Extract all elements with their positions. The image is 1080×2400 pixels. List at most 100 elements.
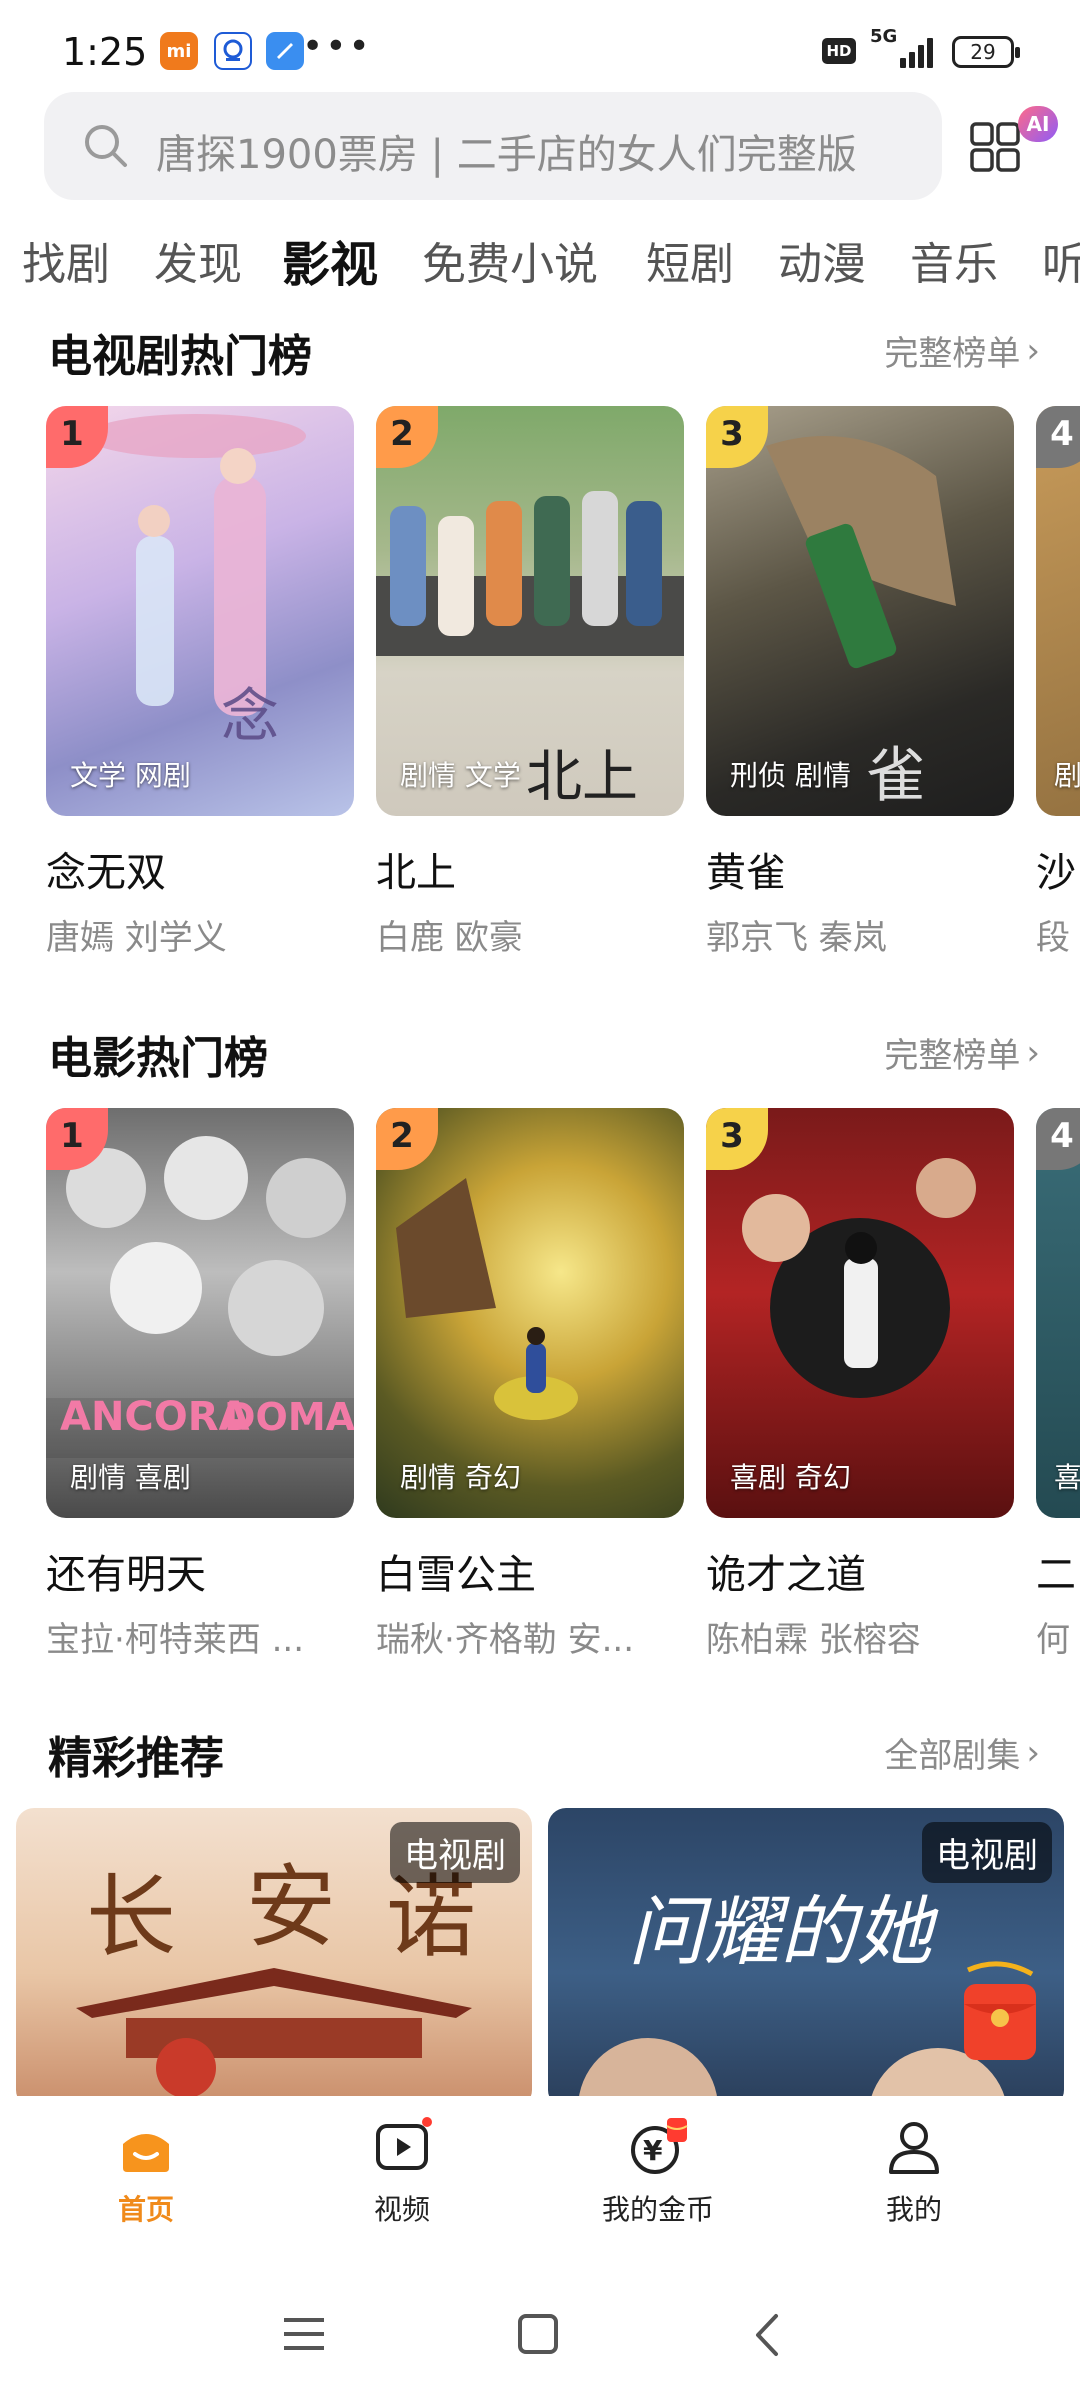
genre-tags: 刑侦 剧情 — [730, 759, 851, 792]
home-icon — [115, 2116, 177, 2178]
title: 沙 — [1036, 850, 1076, 896]
nav-coins-label: 我的金币 — [601, 2193, 714, 2226]
recommend-more-link[interactable]: 全部剧集 › — [884, 1728, 1040, 1777]
poster-image: 4 剧 — [1036, 406, 1080, 816]
title: 北上 — [376, 850, 456, 896]
svg-text:问耀的她: 问耀的她 — [628, 1887, 939, 1976]
tv-card[interactable]: 雀 3 刑侦 剧情 黄雀 郭京飞 秦岚 — [706, 406, 1014, 959]
nav-profile-label: 我的 — [885, 2193, 942, 2226]
tv-rank-more-label: 完整榜单 — [884, 334, 1021, 374]
nav-profile[interactable]: 我的 — [834, 2096, 994, 2228]
menu-icon[interactable] — [282, 2314, 326, 2354]
rank-badge: 4 — [1036, 1108, 1080, 1170]
cast: 唐嫣 刘学义 — [46, 918, 227, 958]
red-envelope-icon — [964, 1961, 1036, 2060]
svg-text:¥: ¥ — [643, 2134, 663, 2167]
profile-icon — [883, 2116, 945, 2178]
red-packet-floating-button[interactable] — [960, 1960, 1040, 2064]
genre-tags: 剧情 喜剧 — [70, 1461, 191, 1494]
tab-discover[interactable]: 发现 — [154, 228, 242, 292]
poster-image: 3 喜剧 奇幻 — [706, 1108, 1014, 1518]
tab-music[interactable]: 音乐 — [910, 228, 998, 292]
screen: { "status_bar": { "time": "1:25", "icons… — [0, 0, 1080, 2400]
genre-tags: 剧情 文学 — [400, 759, 521, 792]
movie-card[interactable]: 4 喜 二 何 — [1036, 1108, 1080, 1661]
poster-image: 雀 3 刑侦 剧情 — [706, 406, 1014, 816]
movie-card[interactable]: 3 喜剧 奇幻 诡才之道 陈柏霖 张榕容 — [706, 1108, 1014, 1661]
title: 诡才之道 — [706, 1552, 866, 1598]
battery-level: 29 — [970, 40, 996, 64]
cast: 瑞秋·齐格勒 安... — [376, 1620, 635, 1660]
tab-short-drama[interactable]: 短剧 — [646, 228, 734, 292]
genre-tags: 剧情 奇幻 — [400, 1461, 521, 1494]
chevron-right-icon: › — [1026, 330, 1040, 371]
nav-video[interactable]: 视频 — [322, 2096, 482, 2228]
tv-card[interactable]: 北上 2 剧情 文学 北上 白鹿 欧豪 — [376, 406, 684, 959]
video-play-icon — [371, 2116, 433, 2178]
search-icon — [85, 125, 127, 167]
cloud-app-icon — [266, 32, 304, 70]
nav-coins[interactable]: ¥ 我的金币 — [578, 2096, 738, 2228]
tv-rank-more-link[interactable]: 完整榜单 › — [884, 326, 1040, 375]
nav-home-label: 首页 — [117, 2193, 174, 2226]
ai-badge: AI — [1018, 106, 1058, 142]
poster-image: 念 1 文学 网剧 — [46, 406, 354, 816]
tv-card[interactable]: 4 剧 沙 段 — [1036, 406, 1080, 959]
genre-tags: 喜 — [1054, 1461, 1080, 1494]
tab-listen[interactable]: 听 — [1042, 228, 1080, 292]
more-notifications-icon: ••• — [302, 26, 372, 67]
chevron-right-icon: › — [1026, 1032, 1040, 1073]
content-type-badge: 电视剧 — [922, 1822, 1052, 1883]
nav-video-label: 视频 — [373, 2193, 430, 2226]
signal-icon — [900, 36, 936, 68]
home-square-icon[interactable] — [516, 2312, 560, 2356]
title: 白雪公主 — [376, 1552, 536, 1598]
status-time: 1:25 — [62, 30, 148, 74]
hd-voice-icon: HD — [822, 38, 856, 64]
bank-app-icon — [214, 32, 252, 70]
movie-card[interactable]: 2 剧情 奇幻 白雪公主 瑞秋·齐格勒 安... — [376, 1108, 684, 1661]
cast: 何 — [1036, 1620, 1070, 1660]
title: 还有明天 — [46, 1552, 206, 1598]
tab-free-novel[interactable]: 免费小说 — [422, 228, 598, 292]
system-navigation-bar — [0, 2270, 1080, 2400]
poster-image: 2 剧情 奇幻 — [376, 1108, 684, 1518]
recommend-card[interactable]: 长 安 诺 电视剧 — [16, 1808, 532, 2108]
content-type-badge: 电视剧 — [390, 1822, 520, 1883]
cast: 郭京飞 秦岚 — [706, 918, 887, 958]
genre-tags: 剧 — [1054, 759, 1080, 792]
genre-tags: 喜剧 奇幻 — [730, 1461, 851, 1494]
network-type: 5G — [870, 26, 898, 47]
poster-image: 4 喜 — [1036, 1108, 1080, 1518]
poster-image: ANCORA DOMANI 1 剧情 喜剧 — [46, 1108, 354, 1518]
svg-text:安: 安 — [246, 1855, 336, 1960]
svg-text:DOMANI: DOMANI — [224, 1395, 354, 1439]
svg-text:ANCORA: ANCORA — [60, 1394, 250, 1440]
search-bar[interactable]: 唐探1900票房 | 二手店的女人们完整版 — [44, 92, 942, 200]
coin-icon: ¥ — [627, 2116, 689, 2178]
category-grid-button[interactable]: AI — [968, 106, 1058, 180]
svg-text:念: 念 — [221, 682, 279, 750]
status-bar: 1:25 mi ••• HD 5G 29 — [0, 0, 1080, 90]
genre-tags: 文学 网剧 — [70, 759, 191, 792]
svg-text:北上: 北上 — [526, 745, 638, 810]
tv-rank-title: 电视剧热门榜 — [48, 331, 312, 382]
bottom-navigation: 首页 视频 ¥ 我的金币 我的 — [0, 2096, 1080, 2246]
nav-home[interactable]: 首页 — [66, 2096, 226, 2228]
title: 二 — [1036, 1552, 1076, 1598]
tv-card[interactable]: 念 1 文学 网剧 念无双 唐嫣 刘学义 — [46, 406, 354, 959]
tab-film-tv[interactable]: 影视 — [282, 228, 378, 295]
back-icon[interactable] — [752, 2312, 782, 2358]
cast: 陈柏霖 张榕容 — [706, 1620, 921, 1660]
mi-app-icon: mi — [160, 32, 198, 70]
recommend-title: 精彩推荐 — [48, 1733, 224, 1784]
cast: 段 — [1036, 918, 1070, 958]
tab-find-drama[interactable]: 找剧 — [22, 228, 110, 292]
tab-anime[interactable]: 动漫 — [778, 228, 866, 292]
svg-text:雀: 雀 — [866, 741, 926, 811]
movie-rank-more-link[interactable]: 完整榜单 › — [884, 1028, 1040, 1077]
rank-badge: 4 — [1036, 406, 1080, 468]
poster-image: 北上 2 剧情 文学 — [376, 406, 684, 816]
recommend-more-label: 全部剧集 — [884, 1736, 1021, 1776]
movie-card[interactable]: ANCORA DOMANI 1 剧情 喜剧 还有明天 宝拉·柯特莱西 ... — [46, 1108, 354, 1661]
